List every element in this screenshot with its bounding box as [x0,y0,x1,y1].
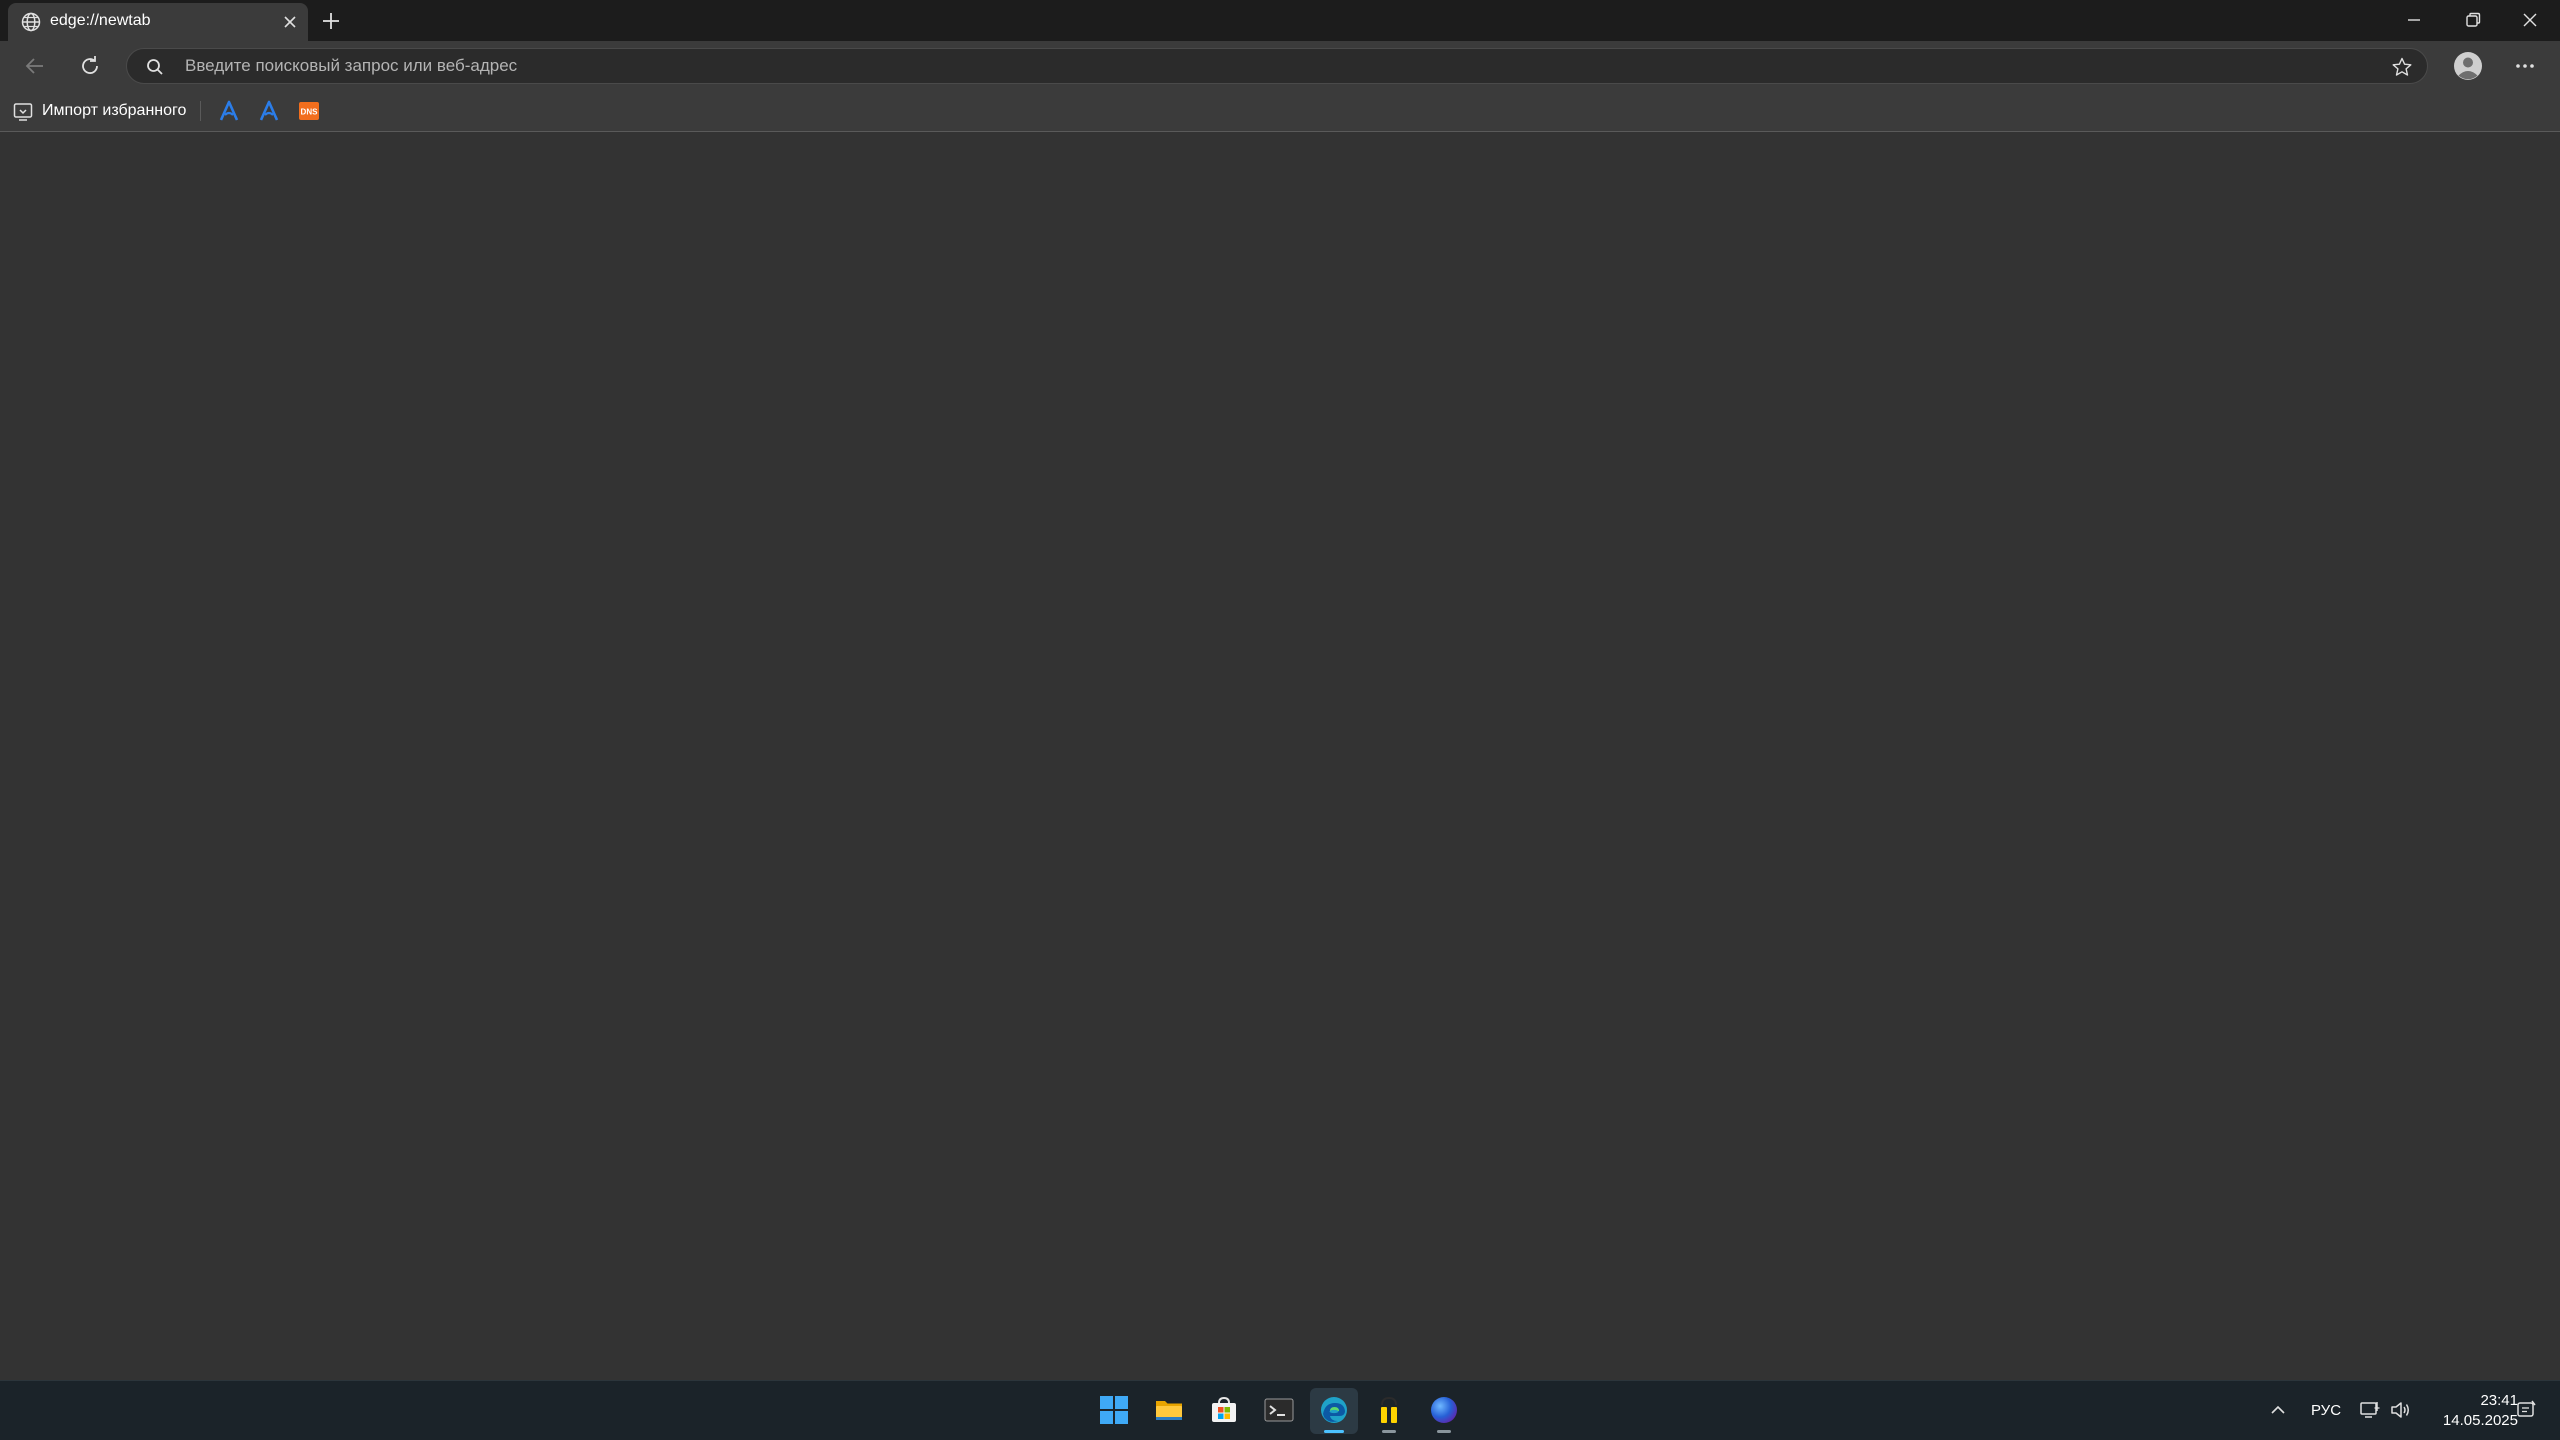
windows-start-icon [1100,1396,1128,1424]
taskbar-microsoft-store[interactable] [1200,1388,1248,1434]
folder-icon [1156,1401,1182,1420]
browser-toolbar [0,41,2560,91]
blue-a-logo-icon[interactable] [217,99,241,123]
start-button[interactable] [1090,1388,1138,1434]
address-input[interactable] [185,52,2285,80]
blue-orb-icon [1431,1397,1457,1423]
edge-icon [1321,1397,1347,1423]
favorites-separator [200,101,201,121]
address-bar[interactable] [126,48,2428,84]
clock[interactable]: 23:41 14.05.2025 [2428,1390,2518,1434]
blue-a-logo-icon[interactable] [257,99,281,123]
language-indicator[interactable]: РУС [2311,1402,2341,1419]
store-icon [1212,1396,1236,1422]
search-icon [147,59,163,75]
title-bar: edge://newtab [0,0,2560,41]
show-hidden-icons-chevron-up-icon[interactable] [2267,1399,2289,1421]
dns-logo-icon[interactable]: DNS [297,99,321,123]
add-favorite-star-icon[interactable] [2391,56,2413,78]
back-button[interactable] [20,51,50,81]
taskbar-edge[interactable] [1310,1388,1358,1434]
taskbar-blue-orb-app[interactable] [1420,1388,1468,1434]
windows-taskbar: РУС 23:41 14.05.2025 [0,1380,2560,1440]
import-favorites-button[interactable]: Импорт избранного [12,99,186,123]
taskbar-terminal[interactable] [1255,1388,1303,1434]
tab-title: edge://newtab [50,12,151,29]
taskbar-yellow-app[interactable] [1365,1388,1413,1434]
new-tab-button[interactable] [318,8,344,34]
clock-date: 14.05.2025 [2442,1412,2518,1429]
close-window-button[interactable] [2518,8,2542,32]
favorites-bar: Импорт избранного DNS [0,91,2560,132]
notifications-icon[interactable] [2515,1399,2537,1421]
running-indicator [1324,1430,1344,1433]
terminal-icon [1264,1398,1294,1422]
settings-more-icon[interactable] [2510,51,2540,81]
restore-button[interactable] [2461,8,2485,32]
close-tab-icon[interactable] [280,12,300,32]
tab-newtab[interactable]: edge://newtab [8,3,308,41]
yellow-bars-icon [1381,1396,1397,1423]
page-content [0,132,2560,1380]
running-indicator [1382,1430,1396,1433]
refresh-button[interactable] [75,51,105,81]
svg-text:DNS: DNS [301,108,319,117]
import-favorites-icon [13,103,33,121]
taskbar-file-explorer[interactable] [1145,1388,1193,1434]
profile-avatar[interactable] [2452,50,2484,82]
minimize-button[interactable] [2402,8,2426,32]
network-icon[interactable] [2359,1399,2381,1421]
volume-icon[interactable] [2389,1399,2411,1421]
running-indicator [1437,1430,1451,1433]
import-favorites-label: Импорт избранного [42,102,187,119]
globe-icon [21,12,41,32]
clock-time: 23:41 [2480,1392,2518,1409]
